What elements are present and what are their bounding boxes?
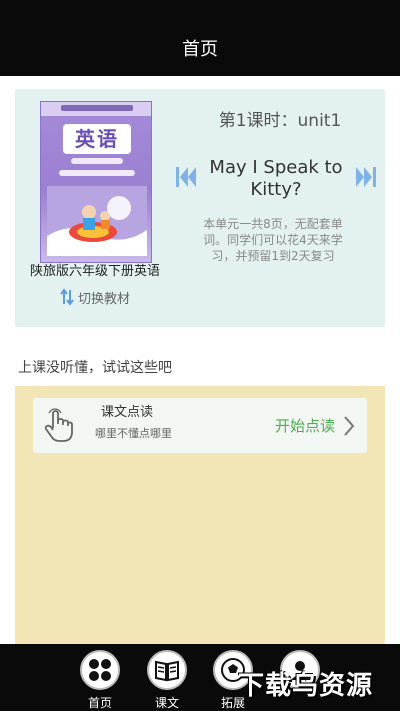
grid-icon xyxy=(80,650,120,690)
swap-vertical-icon xyxy=(60,288,74,306)
cover-topline xyxy=(61,105,133,111)
tab-text[interactable]: 课文 xyxy=(145,650,189,710)
read-card-subtitle: 哪里不懂点哪里 xyxy=(95,427,172,440)
cover-title: 英语 xyxy=(63,124,131,154)
book-icon xyxy=(147,650,187,690)
book-name: 陕旅版六年级下册英语 xyxy=(29,264,160,279)
tab-home[interactable]: 首页 xyxy=(78,650,122,710)
switch-book-button[interactable]: 切换教材 xyxy=(60,287,130,307)
watermark-logo: 下载乌资源 xyxy=(238,671,374,701)
lesson-title: May I Speak to Kitty? xyxy=(209,157,343,200)
previous-lesson-icon[interactable] xyxy=(175,165,197,189)
practice-prompt: 上课没听懂，试试这些吧 xyxy=(18,360,172,376)
next-lesson-icon[interactable] xyxy=(355,165,377,189)
cover-illustration xyxy=(47,186,147,256)
book-cover-image[interactable]: 英语 xyxy=(40,101,152,263)
lesson-description: 本单元一共8页，无配套单词。同学们可以花4天来学习，并预留1到2天复习 xyxy=(203,217,343,263)
text-read-card[interactable]: 课文点读 哪里不懂点哪里 开始点读 xyxy=(33,398,367,453)
start-reading-button[interactable]: 开始点读 xyxy=(257,398,367,453)
tab-text-label: 课文 xyxy=(154,696,179,710)
practice-panel: 课文点读 哪里不懂点哪里 开始点读 xyxy=(15,386,385,644)
hand-pointer-icon xyxy=(44,408,73,442)
cover-subtitle-bar-2 xyxy=(59,170,135,176)
page-title: 首页 xyxy=(182,39,218,60)
start-reading-label: 开始点读 xyxy=(274,416,335,435)
cover-subtitle-bar xyxy=(71,158,123,164)
tab-home-label: 首页 xyxy=(87,696,112,710)
lesson-card: 英语 陕旅版六年级下册英语 切换教材 第1课时：unit1 May I Spea… xyxy=(15,89,385,327)
read-card-title: 课文点读 xyxy=(101,405,154,420)
switch-book-label: 切换教材 xyxy=(78,291,131,307)
chevron-right-icon xyxy=(344,415,355,436)
header-bar: 首页 xyxy=(0,0,400,76)
lesson-heading: 第1课时：unit1 xyxy=(218,111,342,131)
